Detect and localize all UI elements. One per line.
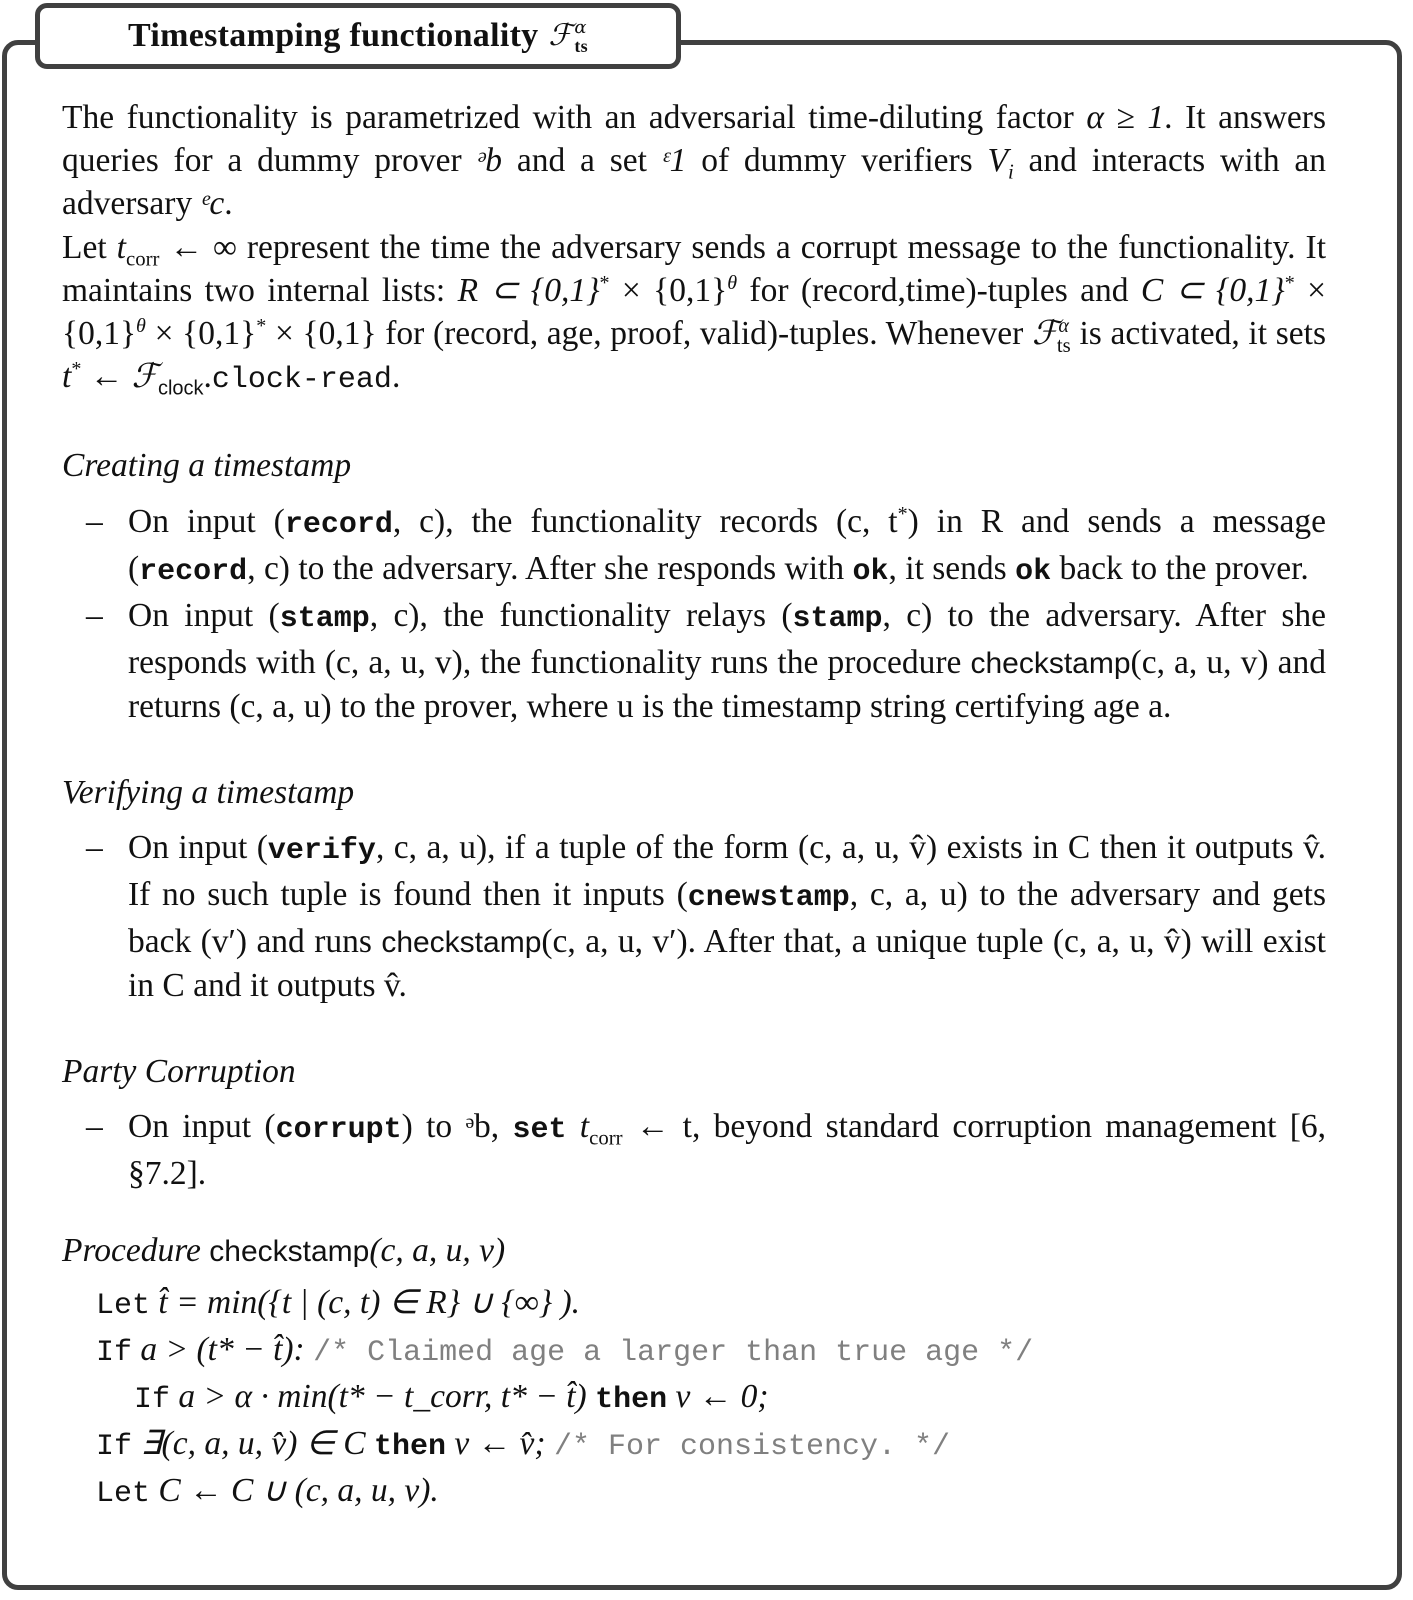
code-line-2: If a > (t* − t̂): /* Claimed age a large… (96, 1331, 1034, 1371)
corruption-item-corrupt: On input (corrupt) to ᵊb, set tcorr ← t,… (62, 1105, 1326, 1195)
procedure-heading: Procedure checkstamp(c, a, u, v) (62, 1232, 506, 1270)
title-text: Timestamping functionality (128, 17, 539, 54)
code-line-1: Let t̂ = min({t | (c, t) ∈ R} ∪ {∞} ). (96, 1284, 581, 1324)
creating-item-stamp: On input (stamp, c), the functionality r… (62, 594, 1326, 729)
creating-item-record: On input (record, c), the functionality … (62, 500, 1326, 594)
intro-paragraph-1: The functionality is parametrized with a… (62, 99, 1326, 223)
code-line-4: If ∃(c, a, u, v̂) ∈ C then v ← v̂; /* Fo… (96, 1425, 951, 1465)
creating-list: On input (record, c), the functionality … (62, 500, 1326, 729)
title-box: Timestamping functionality ℱα ts (35, 3, 681, 69)
section-heading-verifying: Verifying a timestamp (62, 773, 355, 811)
verifying-item-verify: On input (verify, c, a, u), if a tuple o… (62, 826, 1326, 1008)
code-line-5: Let C ← C ∪ (c, a, u, v). (96, 1472, 439, 1512)
intro-paragraph-2: Let tcorr ← ∞ represent the time the adv… (62, 228, 1327, 400)
procedure-code: Let t̂ = min({t | (c, t) ∈ R} ∪ {∞} ). I… (62, 1281, 1326, 1516)
title-symbol: ℱα ts (548, 16, 588, 56)
code-line-3: If a > α · min(t* − t_corr, t* − t̂) the… (134, 1378, 769, 1418)
verifying-list: On input (verify, c, a, u), if a tuple o… (62, 826, 1326, 1008)
section-heading-corruption: Party Corruption (62, 1052, 296, 1090)
section-heading-creating: Creating a timestamp (62, 447, 352, 485)
corruption-list: On input (corrupt) to ᵊb, set tcorr ← t,… (62, 1105, 1326, 1195)
functionality-content: The functionality is parametrized with a… (62, 96, 1326, 1516)
